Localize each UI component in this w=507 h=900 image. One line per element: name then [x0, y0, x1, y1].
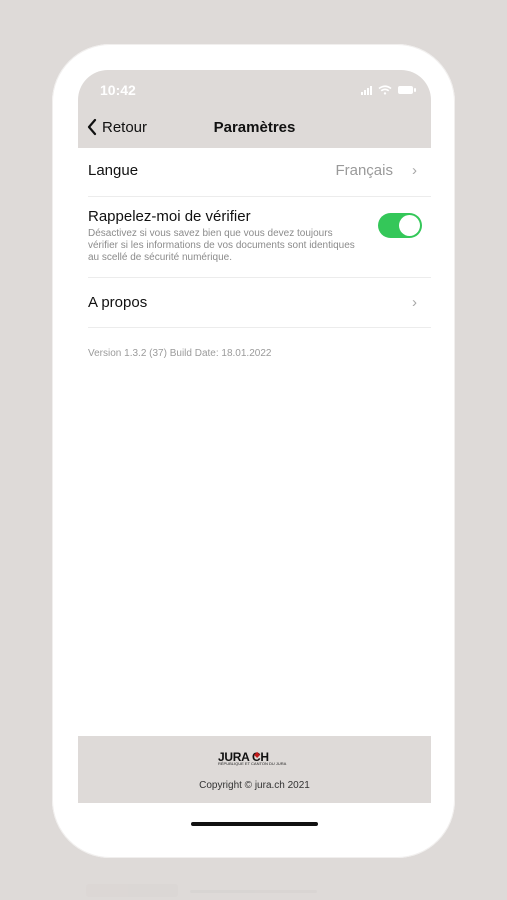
- reminder-toggle[interactable]: [378, 213, 422, 238]
- language-row[interactable]: Langue Français ›: [78, 148, 431, 197]
- toggle-knob: [399, 215, 420, 236]
- footer: JURA CH ◆ RÉPUBLIQUE ET CANTON DU JURA C…: [78, 736, 431, 803]
- copyright-text: Copyright © jura.ch 2021: [199, 780, 310, 791]
- logo-subtitle: RÉPUBLIQUE ET CANTON DU JURA: [218, 761, 287, 766]
- cellular-signal-icon: [361, 85, 372, 95]
- reminder-description: Désactivez si vous savez bien que vous d…: [88, 228, 355, 263]
- reminder-label: Rappelez-moi de vérifier: [88, 208, 251, 225]
- status-time: 10:42: [100, 82, 136, 98]
- app-screen: 10:42 Retour Paramètres Langue Français …: [78, 70, 431, 803]
- chevron-right-icon: ›: [412, 294, 417, 311]
- language-value: Français: [335, 162, 393, 179]
- home-indicator: [191, 822, 318, 826]
- status-icons: [361, 85, 416, 95]
- row-divider: [88, 196, 431, 197]
- device-reflection: [52, 880, 455, 900]
- logo-emblem: ◆: [254, 750, 261, 759]
- jura-logo: JURA CH ◆ RÉPUBLIQUE ET CANTON DU JURA: [218, 750, 291, 766]
- version-info: Version 1.3.2 (37) Build Date: 18.01.202…: [88, 348, 272, 359]
- language-label: Langue: [88, 162, 139, 179]
- about-row[interactable]: A propos ›: [78, 279, 431, 328]
- reflection-indicator: [190, 890, 317, 893]
- navigation-header: 10:42 Retour Paramètres: [78, 70, 431, 148]
- wifi-icon: [378, 85, 392, 95]
- row-divider: [88, 277, 431, 278]
- battery-icon: [398, 86, 416, 94]
- chevron-right-icon: ›: [412, 162, 417, 179]
- row-divider: [88, 327, 431, 328]
- reflection-block: [86, 884, 178, 897]
- about-label: A propos: [88, 294, 148, 311]
- page-title: Paramètres: [213, 119, 296, 136]
- reminder-row: Rappelez-moi de vérifier Désactivez si v…: [78, 198, 431, 278]
